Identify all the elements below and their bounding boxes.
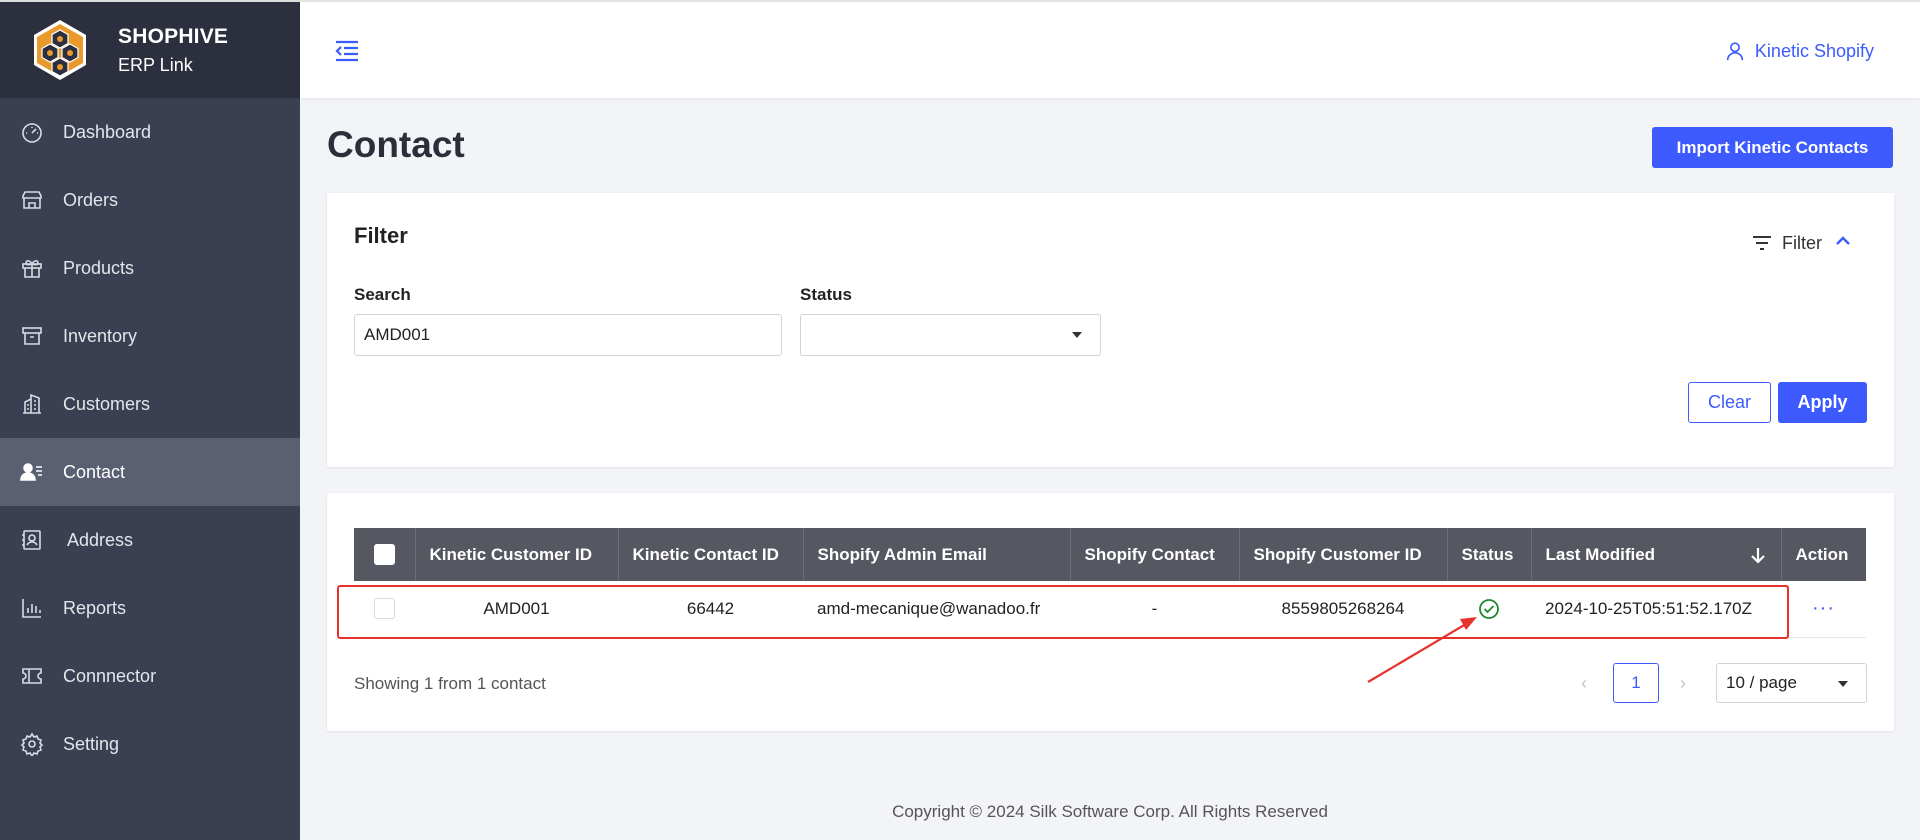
last-modified-header[interactable]: Last Modified — [1531, 528, 1782, 581]
sidebar-item-label: Reports — [63, 597, 127, 618]
sidebar-item-customers[interactable]: Customers — [0, 370, 300, 438]
status-cell — [1447, 581, 1531, 638]
sidebar-item-label: Contact — [63, 461, 126, 482]
row-select-cell — [354, 581, 415, 638]
sidebar-item-contact[interactable]: Contact — [0, 438, 300, 506]
gear-icon — [20, 732, 44, 756]
column-header[interactable]: Shopify Customer ID — [1239, 528, 1448, 581]
sidebar-item-label: Customers — [63, 393, 151, 414]
select-all-header — [354, 528, 416, 581]
clear-button[interactable]: Clear — [1688, 382, 1771, 423]
brand[interactable]: SHOPHIVE ERP Link — [0, 0, 300, 98]
kinetic-contact-id-cell: 66442 — [618, 581, 803, 638]
page-number-button[interactable]: 1 — [1613, 663, 1659, 703]
column-header[interactable]: Kinetic Contact ID — [618, 528, 804, 581]
archive-icon — [20, 324, 44, 348]
chevron-left-icon[interactable]: ‹ — [1574, 668, 1594, 698]
sidebar: SHOPHIVE ERP Link Dashboard Orders Produ… — [0, 0, 300, 840]
shopify-contact-cell: - — [1070, 581, 1239, 638]
caret-down-icon — [1072, 332, 1082, 338]
filter-panel: Filter Filter Search Status Clear Apply — [327, 193, 1894, 467]
column-header: Action — [1781, 528, 1866, 581]
sidebar-item-label: Orders — [63, 189, 119, 210]
status-select[interactable] — [800, 314, 1101, 356]
column-header-label: Last Modified — [1545, 544, 1656, 564]
gift-icon — [20, 256, 44, 280]
status-label: Status — [800, 285, 852, 304]
select-all-checkbox[interactable] — [373, 544, 395, 565]
sidebar-item-label: Products — [63, 257, 135, 278]
sidebar-item-dashboard[interactable]: Dashboard — [0, 98, 300, 166]
menu-collapse-icon[interactable] — [334, 40, 360, 62]
sidebar-item-label: Inventory — [63, 325, 138, 346]
more-actions-button[interactable]: ··· — [1812, 597, 1835, 619]
shopify-customer-id-cell: 8559805268264 — [1239, 581, 1447, 638]
contact-icon — [20, 460, 44, 484]
sidebar-item-label: Connnector — [63, 665, 157, 686]
brand-subtitle: ERP Link — [118, 54, 193, 75]
bar-chart-icon — [20, 596, 44, 620]
shopify-admin-email-cell: amd-mecanique@wanadoo.fr — [803, 581, 1070, 638]
dashboard-icon — [20, 120, 44, 144]
chevron-right-icon[interactable]: › — [1673, 668, 1693, 698]
sidebar-item-label: Setting — [63, 733, 120, 754]
page-size-value: 10 / page — [1726, 673, 1797, 692]
kinetic-customer-id-cell: AMD001 — [415, 581, 618, 638]
column-header[interactable]: Shopify Admin Email — [803, 528, 1071, 581]
top-bar: Kinetic Shopify — [300, 0, 1920, 98]
address-icon — [20, 528, 44, 552]
filter-toggle-label: Filter — [1782, 232, 1822, 253]
row-checkbox[interactable] — [374, 598, 395, 620]
user-name: Kinetic Shopify — [1754, 40, 1874, 61]
search-input[interactable] — [354, 314, 782, 356]
sidebar-item-orders[interactable]: Orders — [0, 166, 300, 234]
brand-name: SHOPHIVE — [118, 24, 229, 48]
sidebar-item-label: Address — [67, 529, 134, 550]
shophive-logo — [34, 20, 86, 80]
search-label: Search — [354, 285, 411, 304]
column-header[interactable]: Kinetic Customer ID — [415, 528, 619, 581]
caret-down-icon — [1838, 681, 1848, 687]
sidebar-nav: Dashboard Orders Products Inventory Cust… — [0, 98, 300, 778]
ticket-icon — [20, 664, 44, 688]
table-row: AMD001 66442 amd-mecanique@wanadoo.fr - … — [354, 581, 1866, 638]
user-icon — [1726, 42, 1744, 61]
last-modified-cell: 2024-10-25T05:51:52.170Z — [1531, 581, 1781, 638]
pagination-summary: Showing 1 from 1 contact — [354, 674, 546, 693]
column-header[interactable]: Status — [1447, 528, 1532, 581]
action-cell: ··· — [1781, 581, 1866, 638]
sidebar-item-inventory[interactable]: Inventory — [0, 302, 300, 370]
contacts-table-panel: Kinetic Customer ID Kinetic Contact ID S… — [327, 493, 1894, 731]
sidebar-item-reports[interactable]: Reports — [0, 574, 300, 642]
filter-lines-icon — [1753, 236, 1771, 250]
sidebar-item-products[interactable]: Products — [0, 234, 300, 302]
filter-title: Filter — [354, 223, 408, 248]
chevron-up-icon — [1822, 232, 1852, 255]
building-icon — [20, 392, 44, 416]
sidebar-item-setting[interactable]: Setting — [0, 710, 300, 778]
sidebar-item-label: Dashboard — [63, 121, 152, 142]
table-header-row: Kinetic Customer ID Kinetic Contact ID S… — [354, 528, 1866, 581]
column-header[interactable]: Shopify Contact — [1070, 528, 1240, 581]
page-size-select[interactable]: 10 / page — [1716, 663, 1867, 703]
import-kinetic-contacts-button[interactable]: Import Kinetic Contacts — [1652, 127, 1893, 168]
sidebar-item-address[interactable]: Address — [0, 506, 300, 574]
apply-button[interactable]: Apply — [1778, 382, 1867, 423]
sidebar-item-connnector[interactable]: Connnector — [0, 642, 300, 710]
copyright-footer: Copyright © 2024 Silk Software Corp. All… — [892, 802, 1328, 821]
contacts-table: Kinetic Customer ID Kinetic Contact ID S… — [354, 528, 1866, 638]
store-icon — [20, 188, 44, 212]
check-circle-icon — [1478, 598, 1500, 619]
filter-toggle[interactable]: Filter — [1750, 231, 1852, 255]
page-title: Contact — [327, 124, 465, 165]
sort-down-icon[interactable] — [1749, 545, 1767, 565]
user-menu[interactable]: Kinetic Shopify — [1724, 40, 1874, 62]
